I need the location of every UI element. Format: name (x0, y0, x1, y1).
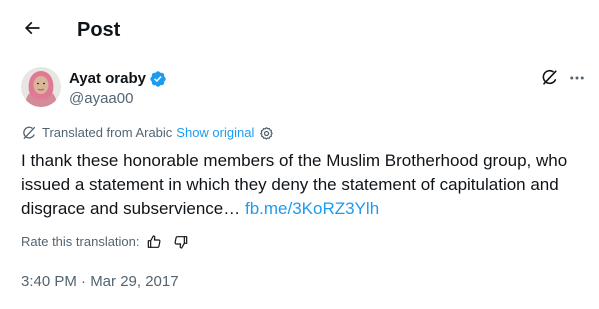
author-display-name[interactable]: Ayat oraby (69, 69, 146, 89)
post-body: I thank these honorable members of the M… (21, 149, 591, 221)
author-handle[interactable]: @ayaa00 (69, 89, 133, 109)
post-timestamp[interactable]: 3:40 PM · Mar 29, 2017 (21, 272, 179, 292)
page-title: Post (77, 19, 121, 41)
post-header: Post (0, 0, 599, 60)
gear-icon[interactable] (259, 126, 274, 141)
author-name-row: Ayat oraby (69, 69, 167, 89)
grok-icon (540, 68, 559, 92)
thumbs-down-icon[interactable] (173, 234, 189, 250)
more-options-button[interactable] (566, 69, 588, 91)
verified-badge-icon (149, 70, 167, 88)
post-link[interactable]: fb.me/3KoRZ3Ylh (245, 199, 379, 218)
grok-button[interactable] (538, 69, 560, 91)
translation-notice: Translated from Arabic Show original (21, 124, 274, 142)
more-horizontal-icon (568, 69, 586, 92)
rate-translation-label: Rate this translation: (21, 234, 140, 249)
show-original-link[interactable]: Show original (176, 124, 254, 142)
avatar[interactable] (21, 67, 61, 107)
rate-translation-row: Rate this translation: (21, 233, 189, 251)
translate-icon (21, 125, 37, 141)
thumbs-up-icon[interactable] (146, 234, 162, 250)
back-button[interactable] (14, 12, 50, 48)
arrow-left-icon (22, 18, 42, 43)
translated-from-label: Translated from Arabic (42, 125, 173, 140)
